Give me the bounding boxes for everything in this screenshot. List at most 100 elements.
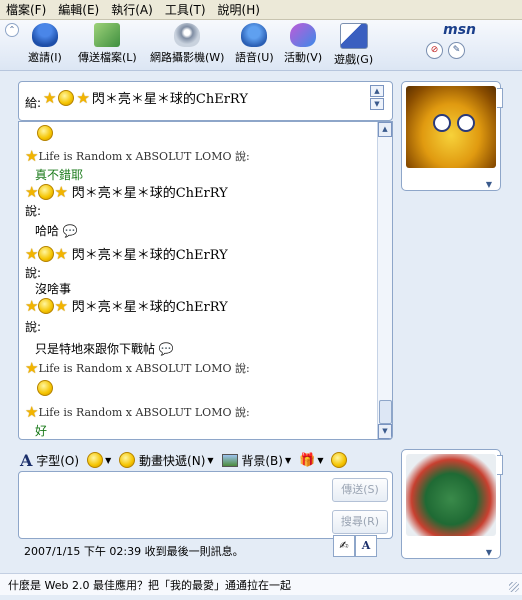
emoticon-icon bbox=[38, 245, 55, 262]
message-header: ★ ★ 閃＊亮＊星＊球的ChErRY bbox=[25, 182, 228, 201]
last-message-status: 2007/1/15 下午 02:39 收到最後一則訊息。 bbox=[24, 545, 244, 558]
scroll-thumb[interactable] bbox=[379, 400, 392, 424]
games-label: 遊戲(G) bbox=[334, 53, 374, 66]
send-file-label: 傳送檔案(L) bbox=[78, 51, 137, 64]
sender-name: Life is Random x ABSOLUT LOMO 說: bbox=[38, 362, 250, 375]
font-icon: A bbox=[20, 450, 33, 470]
emoticon-icon bbox=[87, 452, 104, 468]
dropdown-arrow-icon[interactable]: ▼ bbox=[486, 180, 492, 189]
toolbar: ⌃ 邀請(I) 傳送檔案(L) 網路攝影機(W) 語音(U) 活動(V) 遊戲(… bbox=[0, 20, 522, 71]
search-button[interactable]: 搜尋(R) bbox=[332, 510, 388, 534]
invite-button[interactable]: 邀請(I) bbox=[28, 23, 62, 65]
cool-emoticon: 💬 bbox=[62, 224, 78, 238]
my-display-picture[interactable]: ▼ bbox=[401, 449, 501, 559]
webcam-button[interactable]: 網路攝影機(W) bbox=[150, 23, 224, 65]
message-text: 好 bbox=[35, 424, 48, 438]
nudge-button[interactable] bbox=[329, 452, 349, 468]
emoticon-icon bbox=[38, 183, 55, 200]
scroll-down-icon[interactable]: ▼ bbox=[378, 424, 392, 439]
voice-icon bbox=[241, 23, 268, 47]
block-contact-icon[interactable]: ⊘ bbox=[426, 42, 443, 59]
font-label: 字型(O) bbox=[36, 453, 80, 468]
font-button[interactable]: A 字型(O) bbox=[18, 451, 81, 470]
menu-bar: 檔案(F) 編輯(E) 執行(A) 工具(T) 說明(H) bbox=[0, 0, 522, 20]
contact-display-picture[interactable]: ▼ bbox=[401, 81, 501, 191]
expand-my-panel-icon[interactable] bbox=[497, 455, 503, 475]
message-header: ★ ★ 閃＊亮＊星＊球的ChErRY bbox=[25, 296, 228, 315]
activities-button[interactable]: 活動(V) bbox=[284, 23, 322, 65]
menu-help[interactable]: 說明(H) bbox=[212, 1, 266, 18]
dropdown-arrow-icon[interactable]: ▼ bbox=[486, 548, 492, 557]
says-label: 說: bbox=[25, 266, 42, 280]
format-toolbar: A 字型(O) ▼ 動畫快遞(N) ▼ 背景(B) ▼ 🎁 ▼ bbox=[18, 449, 391, 471]
emoticon-icon bbox=[58, 89, 75, 106]
wink-label: 動畫快遞(N) bbox=[139, 453, 206, 468]
sender-name: 閃＊亮＊星＊球的ChErRY bbox=[71, 248, 228, 263]
message-header: ★ Life is Random x ABSOLUT LOMO 說: bbox=[25, 404, 250, 420]
star-icon: ★ bbox=[25, 296, 39, 315]
games-button[interactable]: 遊戲(G) bbox=[334, 23, 373, 67]
to-contact-name[interactable]: ★ ★ 閃＊亮＊星＊球的ChErRY bbox=[43, 88, 248, 107]
to-box: 給: ★ ★ 閃＊亮＊星＊球的ChErRY ▲ ▼ bbox=[18, 81, 393, 121]
settings-icon[interactable]: ✎ bbox=[448, 42, 465, 59]
nudge-icon bbox=[331, 452, 348, 468]
to-scroll[interactable]: ▲ ▼ bbox=[370, 85, 384, 117]
resize-grip-icon[interactable] bbox=[509, 582, 519, 592]
sender-name: 閃＊亮＊星＊球的ChErRY bbox=[71, 186, 228, 201]
voice-label: 語音(U) bbox=[235, 51, 274, 64]
star-icon: ★ bbox=[25, 182, 39, 201]
smile-emoticon bbox=[37, 125, 53, 141]
says-label: 說: bbox=[25, 204, 42, 218]
collapse-toolbar-icon[interactable]: ⌃ bbox=[5, 23, 19, 37]
eye-icon bbox=[433, 114, 451, 132]
expand-contact-panel-icon[interactable] bbox=[497, 88, 503, 108]
star-icon: ★ bbox=[25, 244, 39, 263]
emoticon-icon bbox=[38, 297, 55, 314]
menu-file[interactable]: 檔案(F) bbox=[0, 1, 52, 18]
send-button[interactable]: 傳送(S) bbox=[332, 478, 388, 502]
send-file-button[interactable]: 傳送檔案(L) bbox=[78, 23, 137, 65]
star-icon: ★ bbox=[54, 182, 68, 201]
message-input[interactable]: 傳送(S) 搜尋(R) bbox=[18, 471, 393, 539]
scroll-up-icon[interactable]: ▲ bbox=[370, 85, 384, 97]
scroll-up-icon[interactable]: ▲ bbox=[378, 122, 392, 137]
text-mode-tab-icon[interactable]: A bbox=[355, 535, 377, 557]
to-label: 給: bbox=[25, 96, 42, 110]
invite-icon bbox=[31, 23, 58, 47]
star-icon: ★ bbox=[25, 147, 39, 165]
star-icon: ★ bbox=[43, 88, 57, 107]
scroll-down-icon[interactable]: ▼ bbox=[370, 98, 384, 110]
webcam-label: 網路攝影機(W) bbox=[150, 51, 225, 64]
message-text: 只是特地來跟你下戰帖 💬 bbox=[35, 342, 174, 356]
menu-tools[interactable]: 工具(T) bbox=[159, 1, 212, 18]
gift-button[interactable]: 🎁 ▼ bbox=[297, 453, 325, 468]
ad-link[interactable]: 什麼是 Web 2.0 最佳應用？把「我的最愛」通通拉在一起 bbox=[8, 577, 291, 593]
star-icon: ★ bbox=[25, 403, 39, 421]
sender-name: Life is Random x ABSOLUT LOMO 說: bbox=[38, 406, 250, 419]
ad-bar: 什麼是 Web 2.0 最佳應用？把「我的最愛」通通拉在一起 bbox=[0, 573, 522, 595]
message-text: 真不錯耶 bbox=[35, 168, 84, 182]
chat-scrollbar[interactable]: ▲ ▼ bbox=[377, 122, 392, 439]
voice-button[interactable]: 語音(U) bbox=[235, 23, 274, 65]
smile-emoticon bbox=[37, 380, 53, 396]
background-button[interactable]: 背景(B) ▼ bbox=[220, 452, 294, 469]
wink-icon bbox=[119, 452, 136, 468]
emoticon-button[interactable]: ▼ bbox=[85, 452, 113, 468]
message-header: ★ Life is Random x ABSOLUT LOMO 說: bbox=[25, 148, 250, 164]
handwriting-tab-icon[interactable]: ✍ bbox=[333, 535, 355, 557]
star-icon: ★ bbox=[54, 296, 68, 315]
games-icon bbox=[339, 23, 368, 49]
wink-button[interactable]: 動畫快遞(N) ▼ bbox=[117, 452, 215, 469]
to-name-text: 閃＊亮＊星＊球的ChErRY bbox=[91, 92, 248, 107]
star-icon: ★ bbox=[25, 359, 39, 377]
menu-edit[interactable]: 編輯(E) bbox=[52, 1, 105, 18]
send-file-icon bbox=[94, 23, 121, 47]
msn-logo: msn bbox=[443, 22, 476, 38]
activities-icon bbox=[290, 23, 317, 47]
eye-icon bbox=[457, 114, 475, 132]
menu-actions[interactable]: 執行(A) bbox=[105, 1, 159, 18]
sender-name: Life is Random x ABSOLUT LOMO 說: bbox=[38, 150, 250, 163]
says-label: 說: bbox=[25, 320, 42, 334]
my-avatar bbox=[406, 454, 496, 536]
chat-history: ★ Life is Random x ABSOLUT LOMO 說: 真不錯耶 … bbox=[18, 121, 393, 440]
